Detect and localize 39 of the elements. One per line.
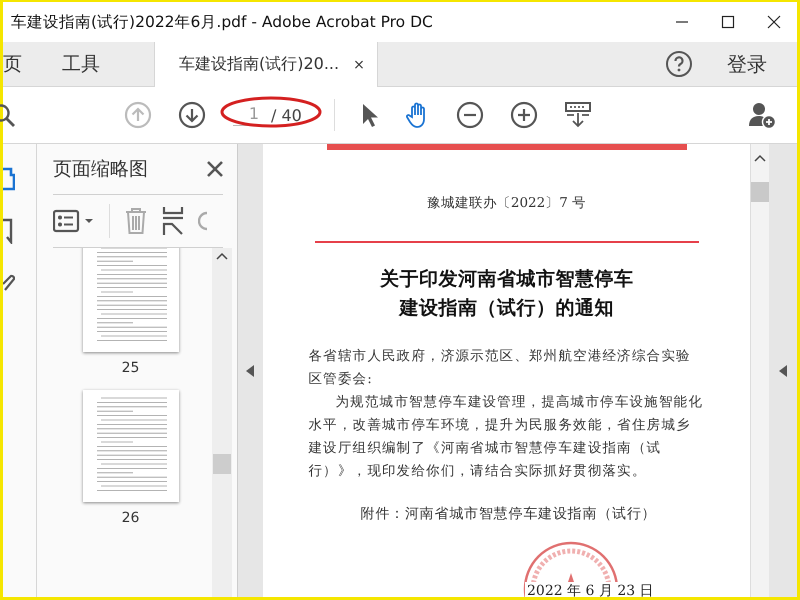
scroll-thumb[interactable] [213, 454, 231, 474]
close-tab-button[interactable]: × [353, 56, 365, 72]
page-extract-icon[interactable] [162, 207, 184, 235]
document-title: 关于印发河南省城市智慧停车 [380, 267, 634, 292]
tab[interactable]: 页 [3, 42, 42, 86]
bookmark-icon[interactable] [3, 218, 13, 244]
close-icon[interactable] [207, 161, 223, 177]
panel-title: 页面缩略图 [53, 157, 148, 182]
document-number: 豫城建联办〔2022〕7 号 [426, 194, 586, 212]
zoom-in-icon[interactable] [508, 100, 539, 130]
arrow-down-circle-icon[interactable] [177, 100, 207, 130]
tab[interactable]: 车建设指南(试行)20... × [154, 42, 378, 87]
scrollbar[interactable] [212, 248, 232, 597]
page-thumbnail[interactable] [82, 390, 178, 502]
body-paragraph: 为规范城市智慧停车建设管理，提高城市停车设施智能化水平，改善城市停车环境，提升为民服务效能，省住房城乡建设厅组织编制了《河南省城市智慧停车建设指南（试行）》，现印发给你们，请结合实际抓好贯彻落实。 [308, 393, 704, 481]
add-user-icon[interactable] [747, 100, 777, 130]
collapse-left-icon[interactable] [246, 364, 254, 376]
zoom-out-icon[interactable] [454, 100, 485, 130]
page-number: 25 [122, 360, 140, 376]
attachment-line: 附件：河南省城市智慧停车建设指南（试行） [360, 505, 658, 523]
chevron-up-icon[interactable] [754, 154, 766, 162]
tab[interactable]: 工具 [42, 42, 120, 86]
scrollbar[interactable] [750, 144, 769, 597]
maximize-icon[interactable] [721, 15, 735, 29]
scroll-thumb[interactable] [751, 182, 769, 202]
close-icon[interactable] [767, 15, 781, 29]
window-title: 车建设指南(试行)2022年6月.pdf - Adobe Acrobat Pro DC [10, 12, 434, 32]
help-icon[interactable] [665, 50, 693, 78]
collapse-right-icon[interactable] [779, 364, 787, 376]
salutation: 各省辖市人民政府，济源示范区、郑州航空港经济综合实验区管委会: [308, 347, 692, 389]
page-number: 26 [122, 510, 140, 526]
page-thumbnail[interactable] [82, 248, 178, 352]
document-title: 建设指南（试行）的通知 [399, 296, 614, 321]
login-button[interactable]: 登录 [693, 42, 797, 86]
chevron-up-icon[interactable] [216, 252, 228, 260]
page-total: / 40 [271, 106, 302, 124]
keyboard-download-icon[interactable] [562, 100, 593, 130]
page-thumbnail-icon[interactable] [3, 166, 15, 192]
list-options-icon[interactable] [53, 209, 95, 233]
